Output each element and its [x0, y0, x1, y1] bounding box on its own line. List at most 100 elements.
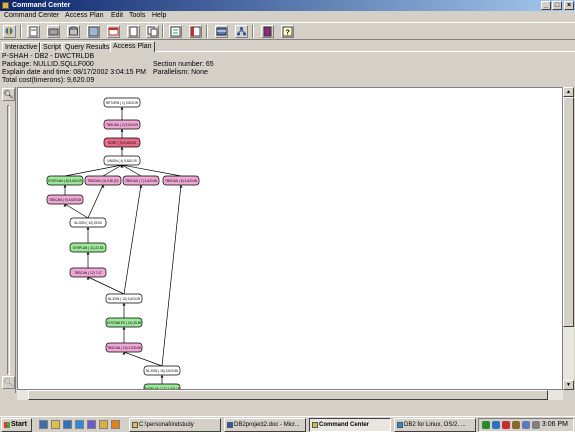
help-icon[interactable]: ? [281, 25, 294, 38]
tab-interactive[interactable]: Interactive [2, 42, 41, 52]
task-word-document[interactable]: DB2project2.doc - Micr... [224, 418, 306, 432]
copy-icon[interactable] [146, 25, 159, 38]
plan-node-join[interactable]: NLJOIN ( 16) 3,620.56 [143, 365, 181, 376]
task-indstudy-folder[interactable]: C:\personal\indstudy [129, 418, 221, 432]
winamp-icon[interactable] [111, 420, 120, 429]
plan-edge-arrow [120, 129, 124, 132]
menu-tools[interactable]: Tools [129, 11, 145, 21]
minimize-button[interactable]: _ [541, 1, 551, 10]
stats-icon[interactable] [169, 25, 182, 38]
tab-query-results[interactable]: Query Results [62, 42, 113, 52]
plan-edge-arrow [179, 185, 183, 188]
vertical-scroll-thumb[interactable] [563, 97, 574, 327]
plan-edge [64, 164, 123, 177]
start-button[interactable]: Start [1, 418, 32, 432]
folder-icon [132, 422, 138, 428]
picture-icon[interactable] [87, 25, 100, 38]
volume-icon[interactable] [532, 421, 540, 429]
db2-icon[interactable] [522, 421, 530, 429]
plan-node-table[interactable]: SYSPLAN ( 5) 9,620.09 [46, 175, 84, 186]
plan-node-label: SYSPLAN ( 11) 22.53 [73, 246, 104, 250]
book-icon[interactable] [261, 25, 274, 38]
plan-edge [123, 351, 163, 367]
plan-node-join[interactable]: NLJOIN ( 13) 3,620.08 [105, 293, 143, 304]
plan-edge [123, 184, 142, 295]
connection-line: P-SHAH - DB2 - DWCTRLDB [2, 53, 95, 60]
toolbar-separator [162, 25, 164, 38]
desktop-icon[interactable] [39, 420, 48, 429]
plan-node-label: UNION ( 4) 9,620.09 [107, 159, 136, 163]
network-icon[interactable] [482, 421, 490, 429]
close-button[interactable]: × [564, 1, 574, 10]
plan-edge-arrow [122, 303, 126, 306]
toolbar-separator [252, 25, 254, 38]
plan-node-return[interactable]: RETURN ( 1) 9,620.09 [103, 97, 141, 108]
plan-node-table[interactable]: SYSPLAN ( 11) 22.53 [69, 242, 107, 253]
plan-node-join[interactable]: UNION ( 4) 9,620.09 [103, 155, 141, 166]
ie-icon[interactable] [75, 420, 84, 429]
outlook-icon[interactable] [63, 420, 72, 429]
window-icon[interactable] [107, 25, 120, 38]
plan-edge-arrow [120, 107, 124, 110]
toolbox-icon[interactable] [47, 25, 60, 38]
plan-node-label: TBSCAN ( 7) 3,620.08 [125, 179, 157, 183]
tree-icon[interactable] [235, 25, 248, 38]
plan-node-tbscan[interactable]: TBSCAN ( 7) 3,620.08 [122, 175, 160, 186]
antivirus-icon[interactable] [502, 421, 510, 429]
maximize-button[interactable]: □ [552, 1, 562, 10]
plan-node-label: SYSPLAN ( 5) 9,620.09 [48, 179, 82, 183]
total-cost-line: Total cost(timerons): 9,620.09 [2, 77, 95, 84]
page-icon[interactable] [127, 25, 140, 38]
horizontal-scroll-thumb[interactable] [28, 390, 548, 400]
monitor-icon[interactable] [492, 421, 500, 429]
menu-access-plan[interactable]: Access Plan [65, 11, 104, 21]
plan-edge-arrow [120, 147, 124, 150]
plan-node-tbscan[interactable]: TBSCAN ( 6) 6.50 (D) [84, 175, 122, 186]
zoom-slider[interactable] [7, 105, 10, 375]
task-label: DB2project2.doc - Micr... [234, 422, 300, 428]
task-command-center[interactable]: Command Center [309, 418, 391, 432]
menu-help[interactable]: Help [152, 11, 166, 21]
plan-node-tbscan[interactable]: TBSCAN ( 8) 3,620.08 [162, 175, 200, 186]
command-center-icon[interactable] [3, 25, 16, 38]
title-bar[interactable]: Command Center _ □ × [0, 0, 575, 11]
panel-icon[interactable] [189, 25, 202, 38]
tab-script[interactable]: Script [40, 42, 64, 52]
plan-node-tbscan[interactable]: TBSCAN ( 9) 3,620.08 [46, 194, 84, 205]
plan-edge-arrow [122, 327, 126, 330]
plan-node-tbscan[interactable]: TBSCAN ( 2) 9,620.09 [103, 119, 141, 130]
database-icon[interactable] [67, 25, 80, 38]
vertical-scrollbar[interactable]: ▲ ▼ [563, 87, 574, 390]
word-icon [227, 422, 233, 428]
scroll-up-arrow[interactable]: ▲ [563, 87, 574, 97]
scroll-down-arrow[interactable]: ▼ [563, 380, 574, 390]
tools-icon[interactable] [512, 421, 520, 429]
menu-bar: Command Center Access Plan Edit Tools He… [0, 11, 575, 21]
zoom-out-icon[interactable]: 🔍︎ [2, 376, 15, 389]
plan-edge [87, 276, 125, 295]
taskbar: Start C:\personal\indstudy DB2project2.d… [0, 416, 575, 432]
menu-edit[interactable]: Edit [111, 11, 123, 21]
media-icon[interactable] [87, 420, 96, 429]
folder-icon[interactable] [99, 420, 108, 429]
plan-node-table[interactable]: SYSTABLES ( 14) 25.59 [105, 317, 143, 328]
plan-node-label: TBSCAN ( 9) 3,620.08 [49, 198, 81, 202]
script-icon[interactable] [27, 25, 40, 38]
plan-node-tbscan[interactable]: TBSCAN ( 15) 3,020.56 [105, 342, 143, 353]
plan-node-join[interactable]: NLJOIN ( 10) 29.53 [69, 217, 107, 228]
menu-command-center[interactable]: Command Center [4, 11, 59, 21]
tab-access-plan[interactable]: Access Plan [110, 41, 155, 52]
svg-text:?: ? [286, 30, 290, 37]
horizontal-scrollbar[interactable] [17, 390, 563, 400]
task-db2-browser[interactable]: DB2 for Linux, OS/2, ... [394, 418, 476, 432]
task-label: DB2 for Linux, OS/2, ... [404, 422, 466, 428]
plan-node-sort[interactable]: SORT ( 3) 9,620.09 [103, 137, 141, 148]
table-icon[interactable] [215, 25, 228, 38]
section-number-line: Section number: 65 [153, 61, 214, 68]
plan-info: P-SHAH - DB2 - DWCTRLDB Package: NULLID.… [2, 53, 573, 87]
zoom-in-icon[interactable]: 🔍︎ [2, 88, 15, 101]
explorer-icon[interactable] [51, 420, 60, 429]
system-tray: 3:06 PM [478, 418, 574, 432]
plan-edge-arrow [86, 252, 90, 255]
plan-node-tbscan[interactable]: TBSCAN ( 12) 7.07 [69, 267, 107, 278]
